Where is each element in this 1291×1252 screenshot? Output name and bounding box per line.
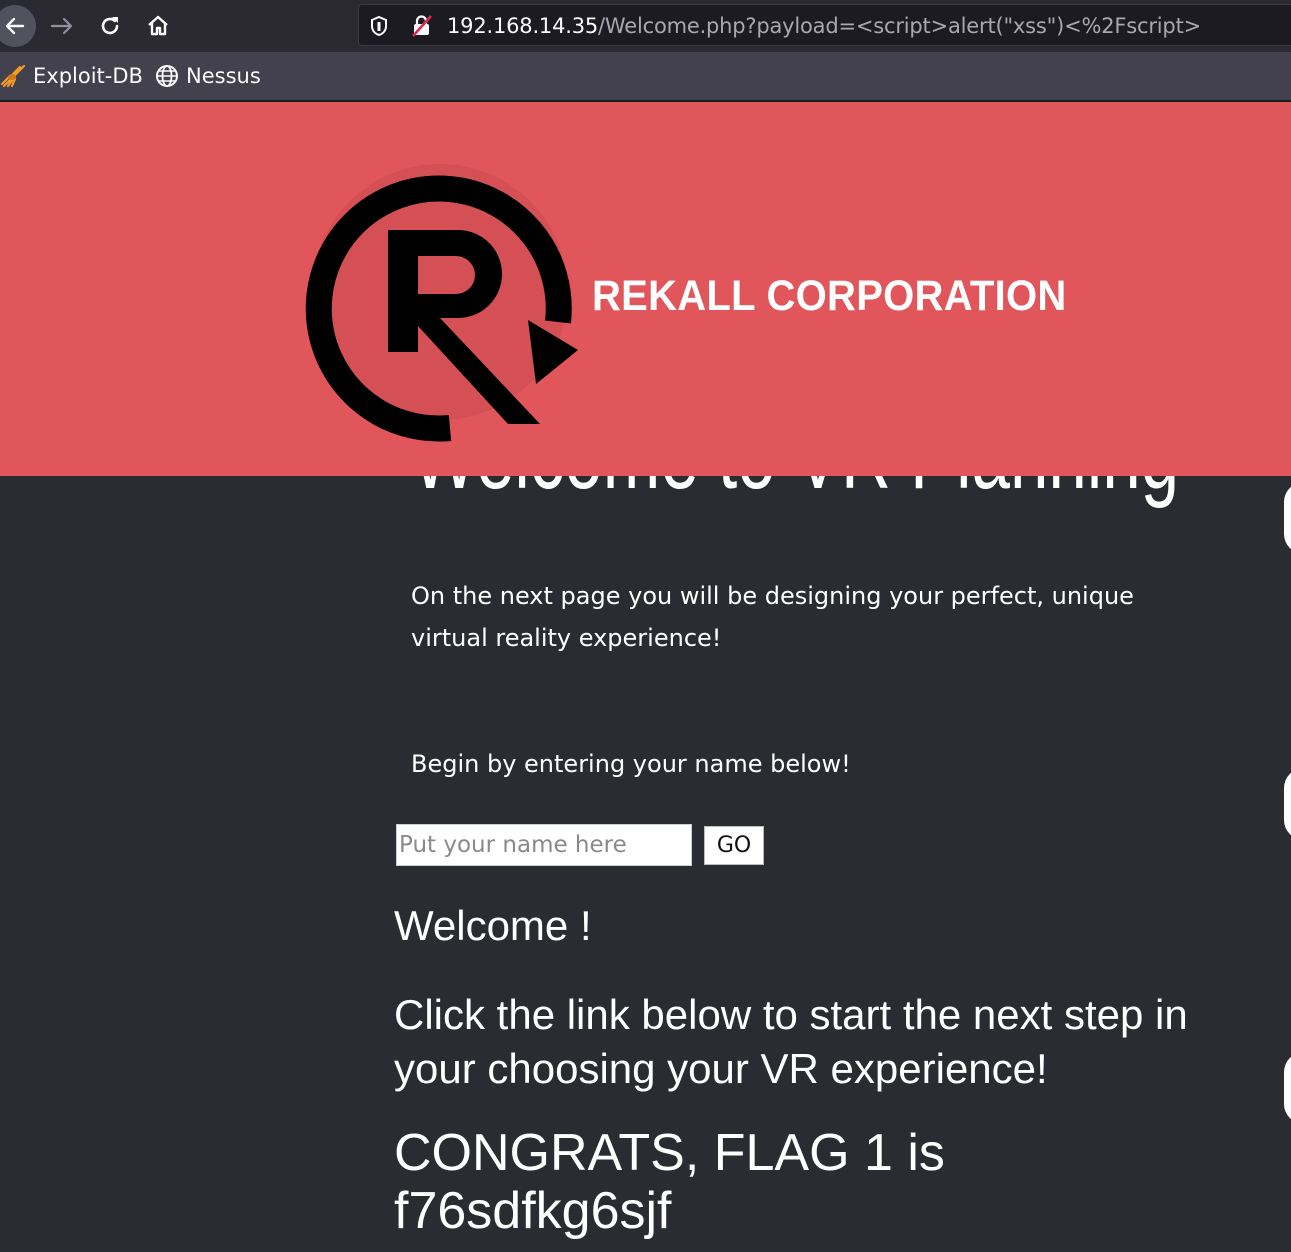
globe-icon	[156, 65, 178, 87]
name-input[interactable]	[396, 824, 692, 866]
bookmark-nessus[interactable]: Nessus	[155, 62, 261, 90]
url-host: 192.168.14.35	[447, 14, 599, 38]
intro-text: On the next page you will be designing y…	[411, 582, 1134, 652]
name-prompt: Begin by entering your name below!	[411, 750, 851, 778]
bookmarks-bar: Exploit-DB Nessus	[0, 52, 1291, 102]
edge-decoration	[1284, 1052, 1291, 1124]
bookmark-label: Exploit-DB	[33, 64, 143, 88]
bookmark-label: Nessus	[186, 64, 261, 88]
edge-decoration	[1284, 482, 1291, 554]
reload-icon	[101, 17, 119, 35]
welcome-message: Welcome !	[394, 902, 592, 949]
reload-button[interactable]	[90, 6, 130, 46]
home-icon	[148, 15, 168, 36]
back-button[interactable]	[0, 5, 36, 47]
url-text: 192.168.14.35/Welcome.php?payload=<scrip…	[447, 14, 1201, 38]
arrow-right-icon	[50, 17, 73, 35]
go-button[interactable]: GO	[704, 826, 764, 865]
brand-name: REKALL CORPORATION	[592, 272, 1067, 320]
bookmark-exploit-db[interactable]: Exploit-DB	[0, 62, 143, 90]
forward-button[interactable]	[42, 6, 82, 46]
next-step-text: Click the link below to start the next s…	[394, 991, 1188, 1092]
insecure-lock-icon[interactable]	[411, 14, 433, 42]
browser-toolbar: 192.168.14.35/Welcome.php?payload=<scrip…	[0, 0, 1291, 52]
edge-decoration	[1284, 768, 1291, 840]
rekall-logo	[305, 164, 578, 442]
spider-icon	[0, 64, 26, 88]
arrow-left-icon	[5, 17, 25, 35]
address-bar[interactable]: 192.168.14.35/Welcome.php?payload=<scrip…	[358, 4, 1291, 46]
site-header: REKALL CORPORATION	[0, 102, 1291, 476]
flag-message: CONGRATS, FLAG 1 is f76sdfkg6sjf	[394, 1124, 945, 1240]
shield-icon[interactable]	[369, 15, 389, 41]
url-path: /Welcome.php?payload=<script>alert("xss"…	[598, 14, 1201, 38]
home-button[interactable]	[138, 6, 178, 46]
